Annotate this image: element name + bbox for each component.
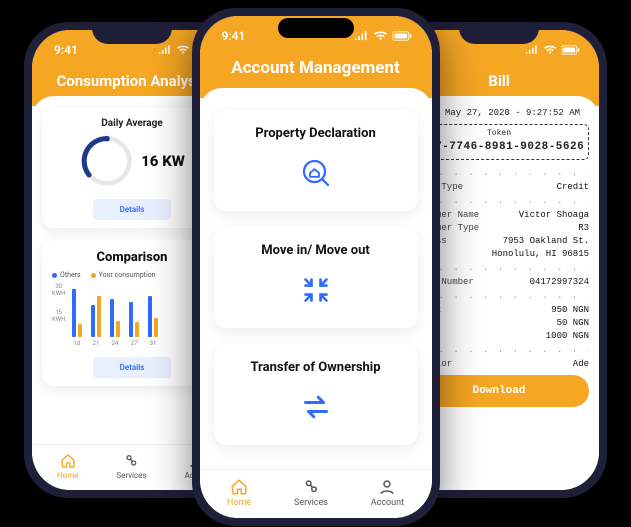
card-title: Transfer of Ownership <box>226 360 406 375</box>
comparison-title: Comparison <box>52 250 212 265</box>
tab-services-label: Services <box>116 471 146 480</box>
tab-account[interactable]: Account <box>371 478 404 508</box>
content: Property Declaration Move in/ Move out T… <box>200 88 432 469</box>
status-icons <box>354 31 414 41</box>
tab-account-label: Account <box>371 498 404 508</box>
legend: Others Your consumption <box>52 271 212 279</box>
tab-home-label: Home <box>227 498 251 508</box>
home-icon <box>230 478 248 496</box>
legend-yours: Your consumption <box>91 271 156 279</box>
notch <box>459 22 539 44</box>
gauge-title: Daily Average <box>52 118 212 129</box>
wifi-icon <box>373 31 388 41</box>
signal-icon <box>525 45 539 55</box>
wifi-icon <box>543 45 557 55</box>
transfer-icon <box>226 389 406 429</box>
phone-account: 9:41 Account Management Property Declara… <box>192 8 440 526</box>
screen: 9:41 Account Management Property Declara… <box>200 16 432 518</box>
tab-home[interactable]: Home <box>57 453 79 480</box>
comparison-bars: 30KWH 15KWH <box>52 285 212 337</box>
card-move-in-out[interactable]: Move in/ Move out <box>214 227 418 328</box>
details-button[interactable]: Details <box>93 199 171 220</box>
arrows-in-icon <box>226 272 406 312</box>
tab-services[interactable]: Services <box>294 478 328 508</box>
status-time: 9:41 <box>222 29 246 43</box>
gauge-icon <box>79 133 135 189</box>
dynamic-island <box>278 18 354 38</box>
card-title: Move in/ Move out <box>226 243 406 258</box>
status-time: 9:41 <box>54 43 78 57</box>
account-icon <box>378 478 396 496</box>
house-search-icon <box>226 155 406 195</box>
tab-services-label: Services <box>294 498 328 508</box>
signal-icon <box>158 45 172 55</box>
battery-icon <box>392 31 414 41</box>
services-icon <box>123 453 139 469</box>
card-transfer-ownership[interactable]: Transfer of Ownership <box>214 344 418 445</box>
battery-icon <box>561 45 581 55</box>
card-property-declaration[interactable]: Property Declaration <box>214 110 418 211</box>
tab-services[interactable]: Services <box>116 453 146 480</box>
notch <box>92 22 172 44</box>
tab-home-label: Home <box>57 471 79 480</box>
legend-others: Others <box>52 271 81 279</box>
wifi-icon <box>176 45 190 55</box>
services-icon <box>302 478 320 496</box>
signal-icon <box>354 31 369 41</box>
status-icons <box>525 45 581 55</box>
details-button[interactable]: Details <box>93 357 171 378</box>
home-icon <box>60 453 76 469</box>
tab-bar: Home Services Account <box>200 469 432 518</box>
tab-home[interactable]: Home <box>227 478 251 508</box>
gauge-value: 16 KW <box>141 152 185 170</box>
card-title: Property Declaration <box>226 126 406 141</box>
x-axis-labels: 1821242731 <box>52 340 212 347</box>
